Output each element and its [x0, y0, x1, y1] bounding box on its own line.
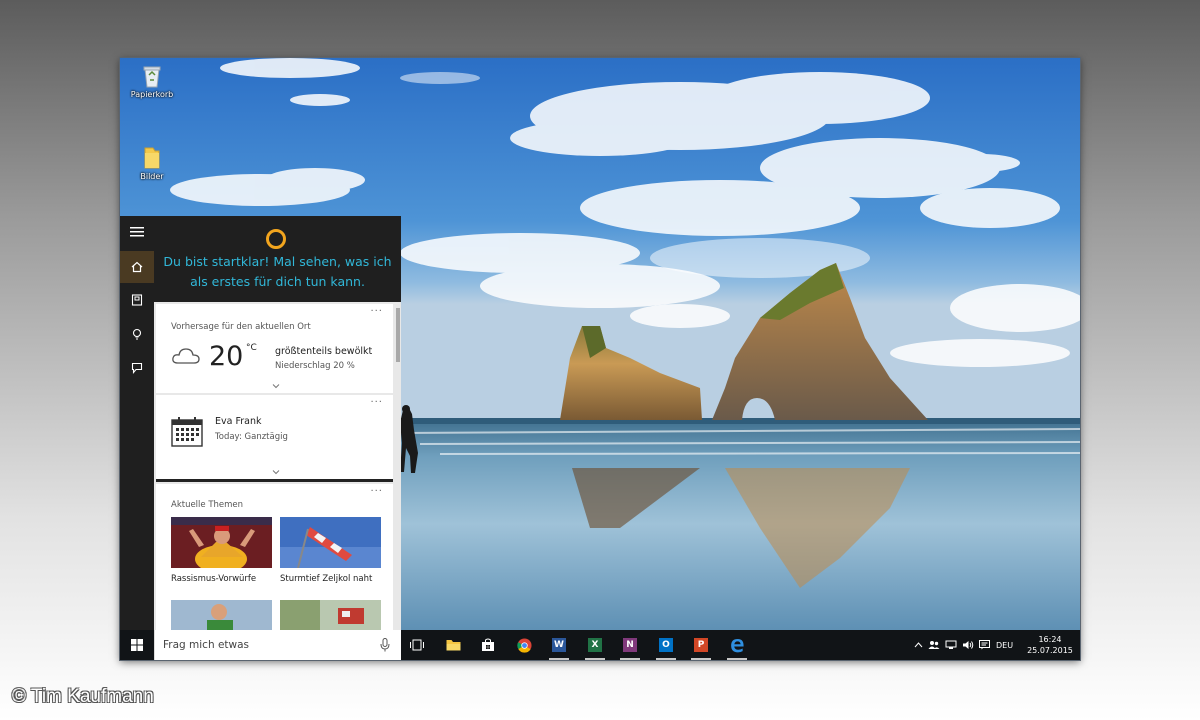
powerpoint-button[interactable]: P [691, 635, 711, 660]
outlook-icon: O [659, 638, 673, 652]
outlook-button[interactable]: O [656, 635, 676, 660]
hamburger-menu-icon [130, 227, 144, 237]
feedback-button[interactable] [120, 352, 154, 384]
cortana-logo-icon [266, 229, 286, 249]
lightbulb-icon [132, 328, 142, 340]
onenote-button[interactable]: N [620, 635, 640, 660]
calendar-icon [171, 417, 203, 447]
people-icon[interactable] [928, 640, 940, 650]
chevron-down-icon[interactable] [272, 382, 280, 390]
recycle-bin-icon [143, 66, 161, 88]
taskbar: W X N O P [120, 630, 1080, 660]
feed-scrollbar[interactable] [395, 302, 401, 630]
weather-precipitation: Niederschlag 20 % [275, 361, 355, 371]
excel-icon: X [588, 638, 602, 652]
chevron-down-icon[interactable] [272, 468, 280, 476]
feedback-icon [131, 362, 143, 374]
word-button[interactable]: W [549, 635, 569, 660]
card-more-button[interactable]: ··· [370, 397, 383, 408]
home-icon [131, 261, 143, 273]
cortana-panel: Du bist startklar! Mal sehen, was ich al… [120, 216, 401, 630]
clock-time: 16:24 [1038, 635, 1062, 644]
desktop-screen: Papierkorb Bilder Du bist startklar! Mal… [119, 57, 1081, 661]
task-view-icon [410, 639, 424, 651]
news-card: ··· Aktuelle Themen Rassismus-Vorwürfe S… [156, 484, 393, 630]
store-icon [482, 638, 494, 651]
news-header: Aktuelle Themen [171, 500, 244, 510]
microphone-icon[interactable] [380, 638, 390, 652]
word-icon: W [552, 638, 566, 652]
chrome-icon [516, 637, 532, 653]
onenote-icon: N [623, 638, 637, 652]
desktop-icon-label: Bilder [140, 172, 164, 181]
weather-temperature: 20 [209, 341, 244, 372]
store-button[interactable] [478, 635, 498, 655]
news-title-1[interactable]: Rassismus-Vorwürfe [171, 574, 256, 584]
file-explorer-icon [446, 640, 460, 651]
desktop-icon-recycle-bin[interactable]: Papierkorb [124, 64, 180, 99]
start-button[interactable] [120, 630, 154, 660]
edge-button[interactable] [727, 635, 747, 660]
card-divider [156, 479, 393, 482]
excel-button[interactable]: X [585, 635, 605, 660]
edge-icon [730, 638, 744, 652]
reminders-button[interactable] [120, 318, 154, 350]
weather-unit: °C [246, 343, 257, 353]
calendar-event-detail: Today: Ganztägig [215, 432, 288, 442]
system-tray: DEU [914, 630, 1024, 660]
chrome-button[interactable] [514, 635, 534, 655]
input-language[interactable]: DEU [996, 641, 1013, 650]
file-explorer-button[interactable] [443, 635, 463, 655]
cortana-greeting: Du bist startklar! Mal sehen, was ich al… [154, 216, 401, 302]
hamburger-menu-button[interactable] [120, 216, 154, 248]
task-view-button[interactable] [407, 635, 427, 655]
greeting-text: Du bist startklar! Mal sehen, was ich al… [163, 254, 392, 289]
desktop-icon-label: Papierkorb [130, 90, 174, 99]
card-more-button[interactable]: ··· [370, 306, 383, 317]
scrollbar-thumb[interactable] [396, 308, 400, 362]
card-more-button[interactable]: ··· [370, 486, 383, 497]
weather-header: Vorhersage für den aktuellen Ort [171, 322, 311, 332]
news-image-3[interactable] [171, 600, 272, 630]
windows-logo-icon [131, 639, 143, 651]
cortana-feed: ··· Vorhersage für den aktuellen Ort 20 … [154, 302, 401, 630]
news-image-2[interactable] [280, 517, 381, 568]
clock-date: 25.07.2015 [1027, 646, 1073, 655]
volume-icon[interactable] [962, 640, 974, 650]
notebook-icon [131, 294, 143, 306]
news-image-1[interactable] [171, 517, 272, 568]
cortana-search-box[interactable] [154, 630, 401, 660]
network-icon[interactable] [945, 640, 957, 650]
calendar-event-name: Eva Frank [215, 416, 262, 427]
weather-card[interactable]: ··· Vorhersage für den aktuellen Ort 20 … [156, 304, 393, 393]
news-image-4[interactable] [280, 600, 381, 630]
taskbar-clock[interactable]: 16:24 25.07.2015 [1024, 634, 1076, 656]
notebook-button[interactable] [120, 284, 154, 316]
folder-icon [144, 147, 160, 169]
chevron-up-icon[interactable] [914, 641, 923, 649]
image-credit: © Tim Kaufmann [12, 686, 154, 707]
calendar-card[interactable]: ··· Eva Frank Today: Ganztägig [156, 395, 393, 479]
powerpoint-icon: P [694, 638, 708, 652]
desktop-icon-folder[interactable]: Bilder [124, 146, 180, 181]
action-center-icon[interactable] [979, 640, 990, 650]
cortana-rail [120, 216, 154, 630]
search-input[interactable] [155, 630, 383, 660]
home-button[interactable] [120, 251, 154, 283]
news-title-2[interactable]: Sturmtief Zeljkol naht [280, 574, 372, 584]
cloud-icon [172, 348, 200, 364]
weather-condition: größtenteils bewölkt [275, 346, 373, 357]
